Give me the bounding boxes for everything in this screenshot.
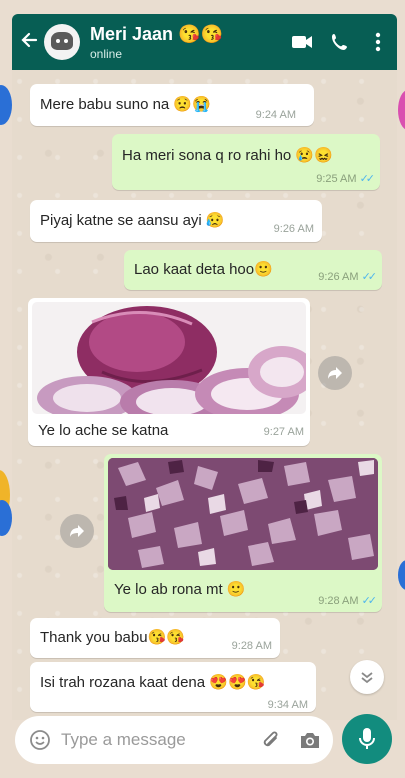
scroll-to-bottom-button[interactable] bbox=[350, 660, 384, 694]
message-time: 9:26 AM bbox=[273, 223, 314, 235]
message-time: 9:28 AM bbox=[231, 640, 272, 652]
message-text: Lao kaat deta hoo🙂 bbox=[134, 261, 273, 278]
message-text: Thank you babu😘😘 bbox=[40, 629, 185, 646]
attach-icon[interactable] bbox=[261, 729, 281, 751]
message-time: 9:28 AM bbox=[318, 595, 359, 607]
message-incoming[interactable]: Piyaj katne se aansu ayi 😥 9:26 AM bbox=[30, 200, 322, 242]
read-ticks-icon: ✓✓ bbox=[359, 173, 376, 185]
read-ticks-icon: ✓✓ bbox=[361, 595, 378, 607]
forward-icon[interactable] bbox=[318, 356, 352, 390]
message-outgoing[interactable]: Lao kaat deta hoo🙂 9:26 AM ✓✓ bbox=[124, 250, 382, 290]
read-ticks-icon: ✓✓ bbox=[361, 271, 378, 283]
message-incoming[interactable]: Isi trah rozana kaat dena 😍😍😘 9:34 AM bbox=[30, 662, 316, 712]
message-caption: Ye lo ache se katna bbox=[38, 422, 169, 439]
message-time: 9:27 AM bbox=[263, 426, 304, 438]
message-time: 9:26 AM bbox=[318, 271, 359, 283]
message-outgoing-image[interactable]: Ye lo ab rona mt 🙂 9:28 AM ✓✓ bbox=[104, 454, 382, 612]
message-text: Piyaj katne se aansu ayi 😥 bbox=[40, 212, 225, 229]
mic-icon bbox=[359, 727, 375, 751]
mic-button[interactable] bbox=[342, 714, 392, 764]
message-composer[interactable]: Type a message bbox=[15, 716, 333, 764]
phone-screen: Meri Jaan 😘😘 online Mere babu suno na 😟😭… bbox=[0, 0, 405, 778]
message-time: 9:24 AM bbox=[255, 109, 296, 121]
message-text: Isi trah rozana kaat dena 😍😍😘 bbox=[40, 674, 266, 691]
emoji-icon[interactable] bbox=[29, 729, 51, 751]
message-text: Mere babu suno na 😟😭 bbox=[40, 96, 211, 113]
message-input[interactable]: Type a message bbox=[61, 730, 261, 750]
message-time: 9:25 AM bbox=[316, 173, 357, 185]
message-text: Ha meri sona q ro rahi ho 😢😖 bbox=[122, 147, 333, 164]
message-list: Mere babu suno na 😟😭 9:24 AM Ha meri son… bbox=[0, 0, 405, 778]
message-caption: Ye lo ab rona mt 🙂 bbox=[114, 581, 246, 598]
message-incoming-image[interactable]: Ye lo ache se katna 9:27 AM bbox=[28, 298, 310, 446]
message-outgoing[interactable]: Ha meri sona q ro rahi ho 😢😖 9:25 AM ✓✓ bbox=[112, 134, 380, 190]
message-incoming[interactable]: Mere babu suno na 😟😭 9:24 AM bbox=[30, 84, 314, 126]
whole-onion-photo[interactable] bbox=[32, 302, 306, 414]
message-time: 9:34 AM bbox=[267, 699, 308, 711]
camera-icon[interactable] bbox=[299, 730, 321, 750]
chopped-onion-photo[interactable] bbox=[108, 458, 378, 570]
forward-icon[interactable] bbox=[60, 514, 94, 548]
message-incoming[interactable]: Thank you babu😘😘 9:28 AM bbox=[30, 618, 280, 658]
